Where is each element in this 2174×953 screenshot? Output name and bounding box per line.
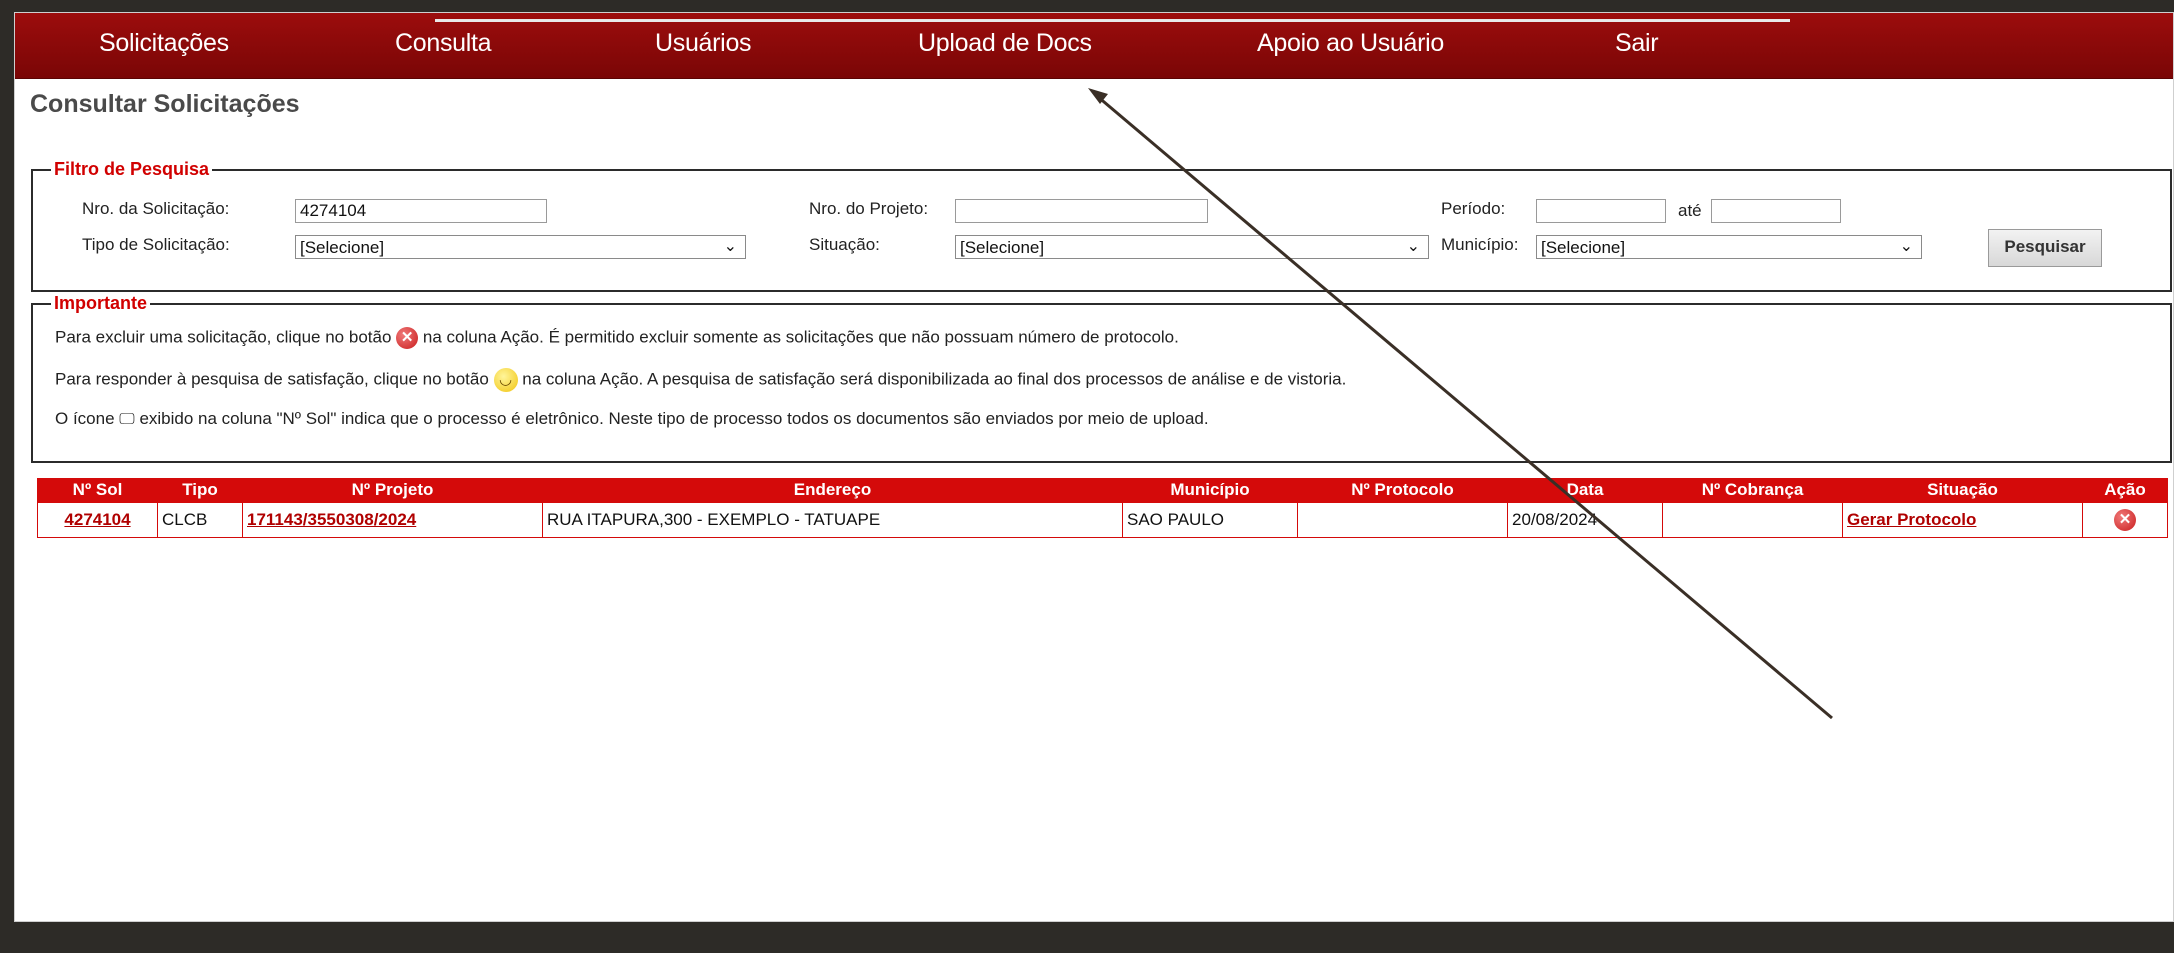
pesquisar-button[interactable]: Pesquisar <box>1988 229 2102 267</box>
chevron-down-icon: ⌄ <box>1406 238 1420 255</box>
nav-divider-line <box>435 19 1790 22</box>
page: Solicitações Consulta Usuários Upload de… <box>14 12 2174 922</box>
projeto-link[interactable]: 171143/3550308/2024 <box>247 510 416 529</box>
col-header-endereco[interactable]: Endereço <box>542 478 1123 503</box>
periodo-fim-input[interactable] <box>1711 199 1841 223</box>
cell-municipio: SAO PAULO <box>1122 502 1298 538</box>
municipio-label: Município: <box>1441 235 1519 254</box>
table-header-row: Nº Sol Tipo Nº Projeto Endereço Municípi… <box>37 478 2168 503</box>
situacao-value: [Selecione] <box>960 238 1045 257</box>
periodo-inicio-input[interactable] <box>1536 199 1666 223</box>
delete-icon: ✕ <box>396 327 419 349</box>
nro-solicitacao-label: Nro. da Solicitação: <box>82 199 230 218</box>
situacao-select[interactable]: [Selecione] ⌄ <box>955 235 1429 259</box>
important-legend: Importante <box>51 293 151 314</box>
nav-apoio-usuario[interactable]: Apoio ao Usuário <box>1257 29 1444 58</box>
col-header-protocolo[interactable]: Nº Protocolo <box>1297 478 1508 503</box>
info-line-satisfaction-text-a: Para responder à pesquisa de satisfação,… <box>55 369 489 389</box>
col-header-cobranca[interactable]: Nº Cobrança <box>1662 478 1843 503</box>
computer-icon: 🖵 <box>119 410 135 428</box>
info-line-electronic: O ícone 🖵 exibido na coluna "Nº Sol" ind… <box>55 409 1209 429</box>
col-header-situacao[interactable]: Situação <box>1842 478 2083 503</box>
municipio-value: [Selecione] <box>1541 238 1626 257</box>
tipo-solicitacao-label: Tipo de Solicitação: <box>82 235 230 254</box>
info-line-delete-text-a: Para excluir uma solicitação, clique no … <box>55 327 392 347</box>
col-header-tipo[interactable]: Tipo <box>157 478 243 503</box>
municipio-select[interactable]: [Selecione] ⌄ <box>1536 235 1922 259</box>
col-header-acao: Ação <box>2082 478 2168 503</box>
col-header-data[interactable]: Data <box>1507 478 1663 503</box>
sol-link[interactable]: 4274104 <box>64 510 130 529</box>
tipo-solicitacao-select[interactable]: [Selecione] ⌄ <box>295 235 746 259</box>
nro-projeto-input[interactable] <box>955 199 1208 223</box>
cell-endereco: RUA ITAPURA,300 - EXEMPLO - TATUAPE <box>542 502 1123 538</box>
nro-solicitacao-input[interactable] <box>295 199 547 223</box>
nav-sair[interactable]: Sair <box>1615 29 1659 58</box>
chevron-down-icon: ⌄ <box>1899 238 1913 255</box>
cell-protocolo <box>1297 502 1508 538</box>
info-line-satisfaction: Para responder à pesquisa de satisfação,… <box>55 368 1346 392</box>
nav-solicitacoes[interactable]: Solicitações <box>99 29 229 58</box>
chevron-down-icon: ⌄ <box>723 238 737 255</box>
page-title: Consultar Solicitações <box>30 90 300 118</box>
info-line-delete-text-b: na coluna Ação. É permitido excluir some… <box>422 327 1179 347</box>
nav-upload-docs[interactable]: Upload de Docs <box>918 29 1092 58</box>
nro-projeto-label: Nro. do Projeto: <box>809 199 929 218</box>
cell-cobranca <box>1662 502 1843 538</box>
info-line-electronic-text-a: O ícone <box>55 409 115 428</box>
gerar-protocolo-link[interactable]: Gerar Protocolo <box>1847 510 1976 529</box>
tipo-solicitacao-value: [Selecione] <box>300 238 385 257</box>
top-nav: Solicitações Consulta Usuários Upload de… <box>15 13 2173 79</box>
info-line-delete: Para excluir uma solicitação, clique no … <box>55 327 1179 349</box>
col-header-projeto[interactable]: Nº Projeto <box>242 478 543 503</box>
col-header-municipio[interactable]: Município <box>1122 478 1298 503</box>
situacao-label: Situação: <box>809 235 880 254</box>
smiley-icon: ◡ <box>493 368 518 392</box>
col-header-sol[interactable]: Nº Sol <box>37 478 158 503</box>
nav-consulta[interactable]: Consulta <box>395 29 492 58</box>
nav-usuarios[interactable]: Usuários <box>655 29 752 58</box>
delete-icon[interactable]: ✕ <box>2114 509 2136 531</box>
cell-tipo: CLCB <box>157 502 243 538</box>
results-table: Nº Sol Tipo Nº Projeto Endereço Municípi… <box>37 478 2168 538</box>
filter-legend: Filtro de Pesquisa <box>51 159 213 180</box>
table-row: 4274104 CLCB 171143/3550308/2024 RUA ITA… <box>37 502 2168 538</box>
info-line-satisfaction-text-b: na coluna Ação. A pesquisa de satisfação… <box>522 369 1347 389</box>
info-line-electronic-text-b: exibido na coluna "Nº Sol" indica que o … <box>139 409 1209 428</box>
periodo-label: Período: <box>1441 199 1506 218</box>
cell-data: 20/08/2024 <box>1507 502 1663 538</box>
filter-panel: Filtro de Pesquisa Nro. da Solicitação: … <box>31 159 2172 292</box>
periodo-ate-label: até <box>1678 201 1702 220</box>
important-panel: Importante Para excluir uma solicitação,… <box>31 293 2172 463</box>
